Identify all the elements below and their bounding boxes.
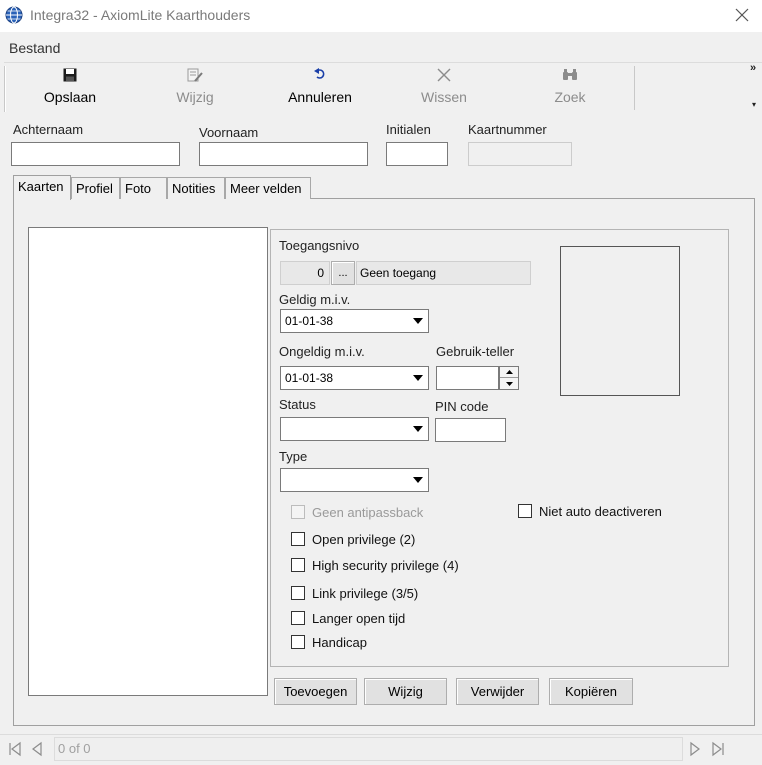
ongeldig-label: Ongeldig m.i.v. [279, 344, 365, 359]
toevoegen-button[interactable]: Toevoegen [274, 678, 357, 705]
menu-bar: Bestand [0, 38, 762, 60]
type-select[interactable] [280, 468, 429, 492]
niet-auto-deactiveren-label: Niet auto deactiveren [539, 504, 662, 519]
geldig-date-picker[interactable]: 01-01-38 [280, 309, 429, 333]
status-label: Status [279, 397, 316, 412]
high-security-checkbox[interactable] [291, 558, 305, 572]
globe-icon [5, 6, 23, 24]
langer-open-tijd-label: Langer open tijd [312, 611, 406, 626]
card-list[interactable] [28, 227, 268, 696]
chevron-down-icon[interactable] [409, 419, 427, 439]
card-photo-frame [560, 246, 680, 396]
chevron-down-icon[interactable] [409, 311, 427, 331]
status-select[interactable] [280, 417, 429, 441]
initialen-input[interactable] [386, 142, 448, 166]
high-security-label: High security privilege (4) [312, 558, 459, 573]
edit-label: Wijzig [176, 89, 214, 105]
ongeldig-value: 01-01-38 [285, 371, 334, 385]
search-label: Zoek [554, 89, 586, 105]
achternaam-input[interactable] [11, 142, 180, 166]
search-button[interactable]: Zoek [515, 64, 625, 112]
geen-antipassback-checkbox[interactable] [291, 505, 305, 519]
voornaam-input[interactable] [199, 142, 368, 166]
undo-icon [265, 64, 375, 86]
link-privilege-label: Link privilege (3/5) [312, 586, 419, 601]
langer-open-tijd-checkbox[interactable] [291, 611, 305, 625]
spin-down-icon[interactable] [500, 378, 518, 389]
previous-record-icon[interactable] [31, 741, 43, 760]
verwijder-button[interactable]: Verwijder [456, 678, 539, 705]
delete-button[interactable]: Wissen [389, 64, 499, 112]
floppy-disk-icon [15, 64, 125, 86]
tab-meer-velden[interactable]: Meer velden [225, 177, 311, 199]
voornaam-label: Voornaam [199, 125, 259, 140]
type-label: Type [279, 449, 308, 464]
wijzig-button[interactable]: Wijzig [364, 678, 447, 705]
cancel-button[interactable]: Annuleren [265, 64, 375, 112]
binoculars-icon [515, 64, 625, 86]
close-icon [735, 8, 749, 25]
tab-kaarten[interactable]: Kaarten [13, 175, 71, 200]
toegangsnivo-label: Toegangsnivo [279, 238, 360, 253]
geldig-value: 01-01-38 [285, 314, 334, 328]
menu-bestand[interactable]: Bestand [9, 40, 60, 56]
achternaam-label: Achternaam [13, 122, 84, 137]
pin-code-label: PIN code [435, 399, 489, 414]
handicap-label: Handicap [312, 635, 367, 650]
gebruik-teller-spinner[interactable] [499, 366, 519, 390]
toegangsnivo-name: Geen toegang [356, 261, 531, 285]
kopieren-button[interactable]: Kopiëren [549, 678, 633, 705]
edit-button[interactable]: Wijzig [140, 64, 250, 112]
niet-auto-deactiveren-checkbox[interactable] [518, 504, 532, 518]
toolbar-dropdown-icon[interactable]: ▾ [752, 100, 756, 109]
delete-label: Wissen [421, 89, 467, 105]
geldig-label: Geldig m.i.v. [279, 292, 351, 307]
gebruik-teller-input[interactable] [436, 366, 499, 390]
kaartnummer-input[interactable] [468, 142, 572, 166]
link-privilege-checkbox[interactable] [291, 586, 305, 600]
open-privilege-label: Open privilege (2) [312, 532, 416, 547]
save-button[interactable]: Opslaan [15, 64, 125, 112]
record-position-field [54, 737, 683, 761]
first-record-icon[interactable] [8, 741, 22, 760]
window-title: Integra32 - AxiomLite Kaarthouders [30, 7, 251, 23]
spin-up-icon[interactable] [500, 367, 518, 378]
x-icon [389, 64, 499, 86]
tab-profiel[interactable]: Profiel [71, 177, 120, 199]
chevron-down-icon[interactable] [409, 470, 427, 490]
toolbar-overflow-button[interactable]: » [750, 62, 756, 74]
toolbar-separator [634, 66, 635, 110]
initialen-label: Initialen [386, 122, 431, 137]
geen-antipassback-label: Geen antipassback [312, 505, 424, 520]
tab-foto[interactable]: Foto [120, 177, 167, 199]
edit-pencil-icon [140, 64, 250, 86]
toegangsnivo-browse-button[interactable]: ... [331, 261, 355, 285]
cancel-label: Annuleren [288, 89, 352, 105]
kaartnummer-label: Kaartnummer [468, 122, 547, 137]
tab-notities[interactable]: Notities [167, 177, 225, 199]
gebruik-teller-label: Gebruik-teller [436, 344, 515, 359]
close-button[interactable] [728, 4, 756, 28]
toegangsnivo-number: 0 [280, 261, 330, 285]
handicap-checkbox[interactable] [291, 635, 305, 649]
next-record-icon[interactable] [689, 741, 701, 760]
last-record-icon[interactable] [711, 741, 725, 760]
record-position-text: 0 of 0 [58, 741, 91, 756]
toolbar-grip[interactable] [4, 66, 6, 112]
ongeldig-date-picker[interactable]: 01-01-38 [280, 366, 429, 390]
pin-code-input[interactable] [435, 418, 506, 442]
save-label: Opslaan [43, 89, 97, 105]
open-privilege-checkbox[interactable] [291, 532, 305, 546]
chevron-down-icon[interactable] [409, 368, 427, 388]
